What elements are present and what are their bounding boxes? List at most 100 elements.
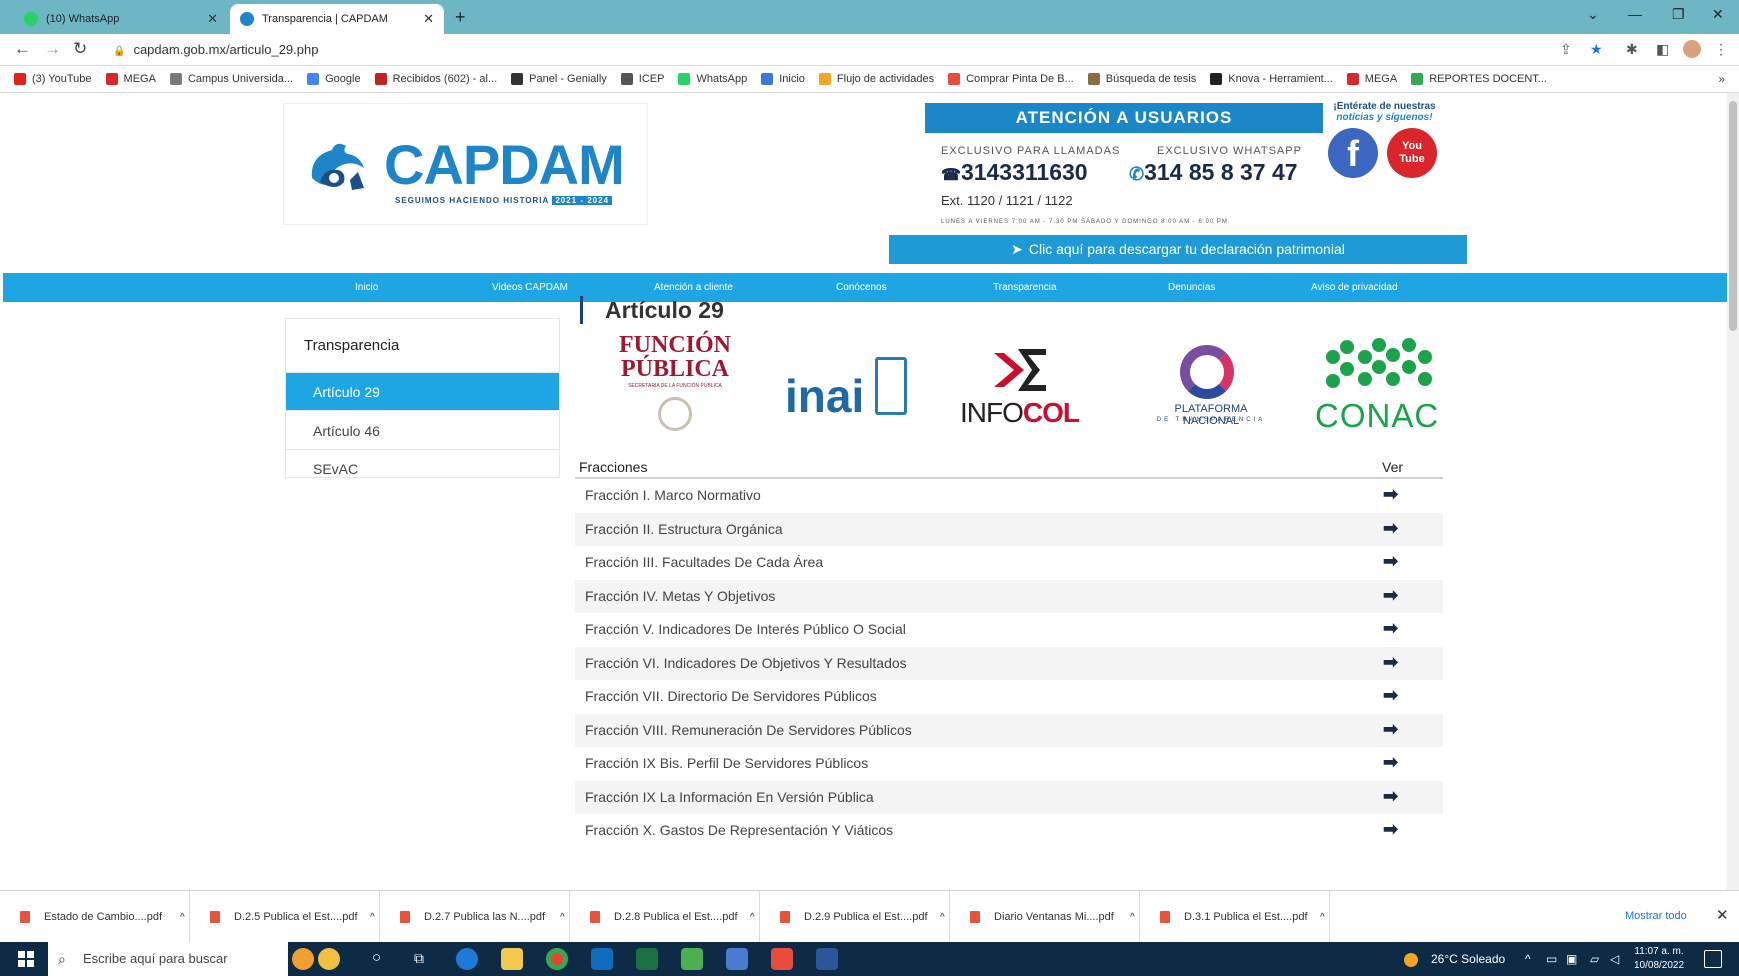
bookmark-item[interactable]: (3) YouTube <box>14 73 92 85</box>
tab-search-icon[interactable]: ⌄ <box>1587 6 1599 23</box>
sidebar-item-articulo-29[interactable]: Artículo 29 <box>286 373 559 411</box>
bookmarks-overflow-button[interactable]: » <box>1718 72 1725 86</box>
app-icon[interactable] <box>726 948 748 970</box>
chevron-up-icon[interactable]: ^ <box>940 912 945 923</box>
notifications-icon[interactable] <box>1704 950 1722 968</box>
inai-logo[interactable]: inai <box>785 333 915 433</box>
search-highlight-icon[interactable] <box>318 948 340 970</box>
back-icon[interactable]: ← <box>14 39 31 59</box>
chevron-up-icon[interactable]: ^ <box>1320 912 1325 923</box>
declaration-banner-button[interactable]: ➤ Clic aquí para descargar tu declaración… <box>889 235 1467 264</box>
bookmark-item[interactable]: WhatsApp <box>678 73 747 85</box>
maximize-icon[interactable]: ❐ <box>1672 6 1685 23</box>
download-item[interactable]: D.3.1 Publica el Est....pdf ^ <box>1140 891 1330 943</box>
download-item[interactable]: D.2.7 Publica las N....pdf ^ <box>380 891 570 943</box>
cortana-icon[interactable]: ○ <box>372 949 381 966</box>
volume-icon[interactable]: ◁ <box>1610 952 1619 966</box>
arrow-right-icon[interactable]: ➡ <box>1383 618 1398 639</box>
task-view-icon[interactable]: ⧉ <box>414 950 424 967</box>
download-item[interactable]: Estado de Cambio....pdf ^ <box>0 891 190 943</box>
plataforma-nacional-logo[interactable]: PLATAFORMA NACIONAL DE TRANSPARENCIA <box>1140 333 1270 433</box>
bookmark-item[interactable]: Recibidos (602) - al... <box>374 73 497 85</box>
conac-logo[interactable]: CONAC <box>1315 333 1445 434</box>
nav-aviso-privacidad[interactable]: Aviso de privacidad <box>1311 273 1398 302</box>
bookmark-item[interactable]: Inicio <box>761 73 805 85</box>
network-icon[interactable]: ▣ <box>1566 952 1577 966</box>
weather-sun-icon[interactable] <box>1404 953 1418 967</box>
profile-avatar[interactable] <box>1683 40 1701 58</box>
nav-inicio[interactable]: Inicio <box>355 273 378 302</box>
arrow-right-icon[interactable]: ➡ <box>1383 652 1398 673</box>
bookmark-item[interactable]: MEGA <box>1346 73 1397 85</box>
reload-icon[interactable]: ↻ <box>73 39 87 59</box>
arrow-right-icon[interactable]: ➡ <box>1383 551 1398 572</box>
url-field[interactable]: 🔒 capdam.gob.mx/articulo_29.php <box>113 42 318 57</box>
facebook-icon[interactable]: f <box>1328 128 1378 178</box>
arrow-right-icon[interactable]: ➡ <box>1383 484 1398 505</box>
chevron-up-icon[interactable]: ^ <box>1130 912 1135 923</box>
chevron-up-icon[interactable]: ^ <box>560 912 565 923</box>
excel-icon[interactable] <box>636 948 658 970</box>
tray-icon[interactable]: ▭ <box>1546 952 1557 966</box>
scroll-thumb[interactable] <box>1729 101 1737 331</box>
show-all-downloads-link[interactable]: Mostrar todo <box>1625 910 1687 922</box>
chevron-up-icon[interactable]: ^ <box>370 912 375 923</box>
bookmark-item[interactable]: Campus Universida... <box>169 73 293 85</box>
bookmark-star-icon[interactable]: ★ <box>1590 41 1603 58</box>
nav-videos-capdam[interactable]: Videos CAPDAM <box>492 273 568 302</box>
arrow-right-icon[interactable]: ➡ <box>1383 752 1398 773</box>
chevron-up-icon[interactable]: ^ <box>180 912 185 923</box>
acrobat-icon[interactable] <box>771 948 793 970</box>
close-icon[interactable]: ✕ <box>1716 906 1729 924</box>
forward-icon[interactable]: → <box>44 39 61 59</box>
youtube-icon[interactable]: You Tube <box>1387 128 1437 178</box>
chrome-icon[interactable] <box>546 948 568 970</box>
tray-chevron-icon[interactable]: ^ <box>1525 952 1531 966</box>
close-icon[interactable]: ✕ <box>207 11 218 27</box>
outlook-icon[interactable] <box>591 948 613 970</box>
download-item[interactable]: D.2.5 Publica el Est....pdf ^ <box>190 891 380 943</box>
sidebar-item-articulo-46[interactable]: Artículo 46 <box>286 412 559 450</box>
nav-transparencia[interactable]: Transparencia <box>993 273 1057 302</box>
arrow-right-icon[interactable]: ➡ <box>1383 585 1398 606</box>
bookmark-item[interactable]: REPORTES DOCENT... <box>1411 73 1547 85</box>
display-icon[interactable]: ▱ <box>1590 952 1599 966</box>
bookmark-item[interactable]: Knova - Herramient... <box>1210 73 1333 85</box>
tab-whatsapp[interactable]: (10) WhatsApp ✕ <box>14 4 228 34</box>
funcion-publica-logo[interactable]: FUNCIÓN PÚBLICA SECRETARÍA DE LA FUNCIÓN… <box>610 333 740 433</box>
infocol-logo[interactable]: INFOCOL <box>960 333 1090 433</box>
capdam-logo[interactable]: CAPDAM SEGUIMOS HACIENDO HISTORIA 2021 - … <box>283 103 648 225</box>
windows-start-icon[interactable] <box>18 951 34 967</box>
weather-text[interactable]: 26°C Soleado <box>1431 952 1505 966</box>
nav-conocenos[interactable]: Conócenos <box>836 273 887 302</box>
new-tab-button[interactable]: + <box>455 7 466 28</box>
page-scrollbar[interactable] <box>1727 93 1739 890</box>
search-highlight-icon[interactable] <box>292 948 314 970</box>
tab-capdam[interactable]: Transparencia | CAPDAM ✕ <box>230 4 444 34</box>
download-item[interactable]: D.2.9 Publica el Est....pdf ^ <box>760 891 950 943</box>
sidebar-item-sevac[interactable]: SEvAC <box>286 450 559 488</box>
window-close-icon[interactable]: ✕ <box>1712 6 1724 23</box>
arrow-right-icon[interactable]: ➡ <box>1383 819 1398 840</box>
download-item[interactable]: D.2.8 Publica el Est....pdf ^ <box>570 891 760 943</box>
arrow-right-icon[interactable]: ➡ <box>1383 518 1398 539</box>
arrow-right-icon[interactable]: ➡ <box>1383 719 1398 740</box>
arrow-right-icon[interactable]: ➡ <box>1383 786 1398 807</box>
menu-icon[interactable]: ⋮ <box>1714 41 1728 58</box>
nav-denuncias[interactable]: Denuncias <box>1168 273 1215 302</box>
bookmark-item[interactable]: Comprar Pinta De B... <box>948 73 1074 85</box>
close-icon[interactable]: ✕ <box>423 11 434 27</box>
download-item[interactable]: Diario Ventanas Mi....pdf ^ <box>950 891 1140 943</box>
bookmark-item[interactable]: Panel - Genially <box>511 73 607 85</box>
share-icon[interactable]: ⇪ <box>1560 41 1572 58</box>
app-icon[interactable] <box>681 948 703 970</box>
word-icon[interactable] <box>816 948 838 970</box>
system-clock[interactable]: 11:07 a. m. 10/08/2022 <box>1634 945 1684 973</box>
bookmark-item[interactable]: Flujo de actividades <box>818 73 934 85</box>
edge-icon[interactable] <box>456 948 478 970</box>
bookmark-item[interactable]: MEGA <box>105 73 156 85</box>
minimize-icon[interactable]: — <box>1628 6 1642 22</box>
extensions-icon[interactable]: ✱ <box>1626 41 1638 58</box>
arrow-right-icon[interactable]: ➡ <box>1383 685 1398 706</box>
bookmark-item[interactable]: ICEP <box>620 73 664 85</box>
